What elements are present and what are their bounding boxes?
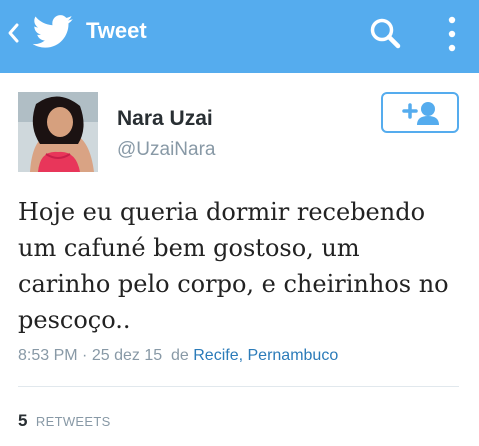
top-app-bar: Tweet: [0, 0, 479, 73]
follow-button[interactable]: [381, 92, 459, 133]
twitter-bird-icon[interactable]: [32, 15, 74, 49]
tweet-time: 8:53 PM: [18, 347, 78, 364]
search-icon[interactable]: [368, 16, 402, 50]
tweet-text-line: Hoje eu queria dormir recebendo: [18, 198, 426, 226]
tweet-meta: 8:53 PM · 25 dez 15 de Recife, Pernambuc…: [18, 347, 338, 365]
meta-separator: ·: [82, 347, 88, 364]
retweet-count: 5: [18, 411, 28, 430]
tweet-text-line: um cafuné bem gostoso, um: [18, 234, 360, 262]
page-title: Tweet: [86, 18, 147, 43]
follow-user-icon: [402, 102, 439, 125]
tweet-date: 25 dez 15: [91, 347, 163, 364]
author-handle[interactable]: @UzaiNara: [117, 139, 215, 161]
chevron-left-icon[interactable]: [6, 20, 20, 46]
location-prefix: de: [171, 347, 189, 364]
retweet-label: RETWEETS: [35, 414, 111, 429]
retweet-stats[interactable]: 5 RETWEETS: [18, 411, 111, 431]
divider: [18, 386, 459, 387]
tweet-text-line: pescoço..: [18, 306, 131, 334]
tweet-text-line: carinho pelo corpo, e cheirinhos no: [18, 270, 449, 298]
avatar[interactable]: [18, 92, 98, 172]
location-link[interactable]: Recife, Pernambuco: [193, 347, 338, 364]
tweet-text: Hoje eu queria dormir recebendo um cafun…: [18, 194, 468, 338]
more-vertical-icon[interactable]: [446, 14, 458, 54]
author-name[interactable]: Nara Uzai: [117, 107, 213, 131]
